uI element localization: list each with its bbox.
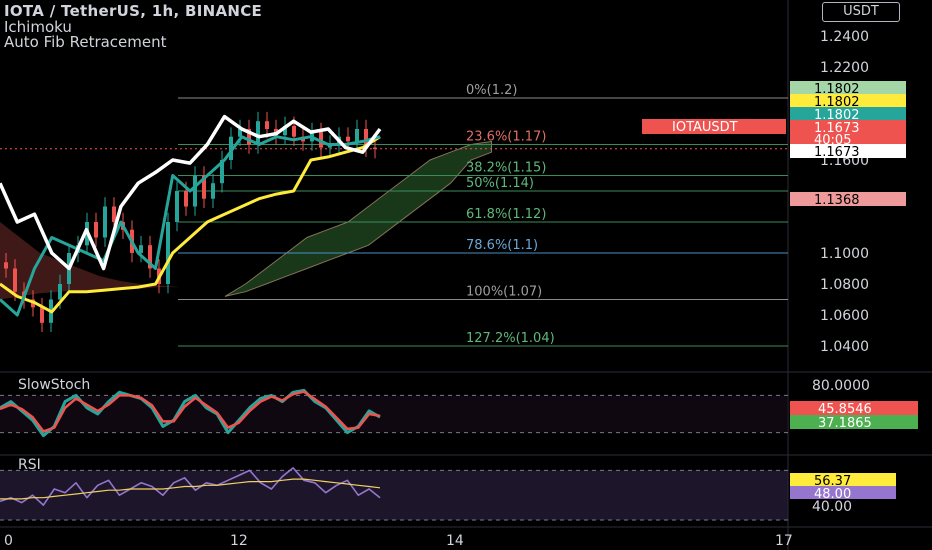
indicator-fib-label[interactable]: Auto Fib Retracement xyxy=(4,34,167,51)
currency-button[interactable]: USDT xyxy=(822,2,900,22)
candle xyxy=(355,129,359,142)
stoch-band xyxy=(0,395,788,433)
candle xyxy=(184,191,188,207)
price-axis-tick: 1.0600 xyxy=(820,308,869,324)
candle xyxy=(265,121,269,129)
candle xyxy=(211,183,215,199)
time-axis-tick: 14 xyxy=(446,533,464,549)
candle xyxy=(58,284,62,300)
fib-level-label: 23.6%(1.17) xyxy=(466,130,546,145)
symbol-label: IOTAUSDT xyxy=(672,120,738,135)
stoch-axis-tick: 80.0000 xyxy=(812,378,870,394)
candle xyxy=(175,191,179,222)
candle xyxy=(166,222,170,284)
candle xyxy=(193,175,197,207)
candle xyxy=(112,206,116,222)
candle xyxy=(4,262,8,269)
candle xyxy=(346,136,350,142)
fib-level-label: 50%(1.14) xyxy=(466,176,534,191)
fib-level-label: 61.8%(1.12) xyxy=(466,207,546,222)
price-axis-tick: 1.1000 xyxy=(820,246,869,262)
fib-level-label: 38.2%(1.15) xyxy=(466,161,546,176)
price-label-text: 1.1673 xyxy=(814,145,860,160)
candle xyxy=(94,222,98,238)
rsi-band xyxy=(0,470,788,520)
stoch-value-text: 45.8546 xyxy=(818,402,872,417)
fib-level-label: 127.2%(1.04) xyxy=(466,331,555,346)
stoch-title: SlowStoch xyxy=(18,377,90,393)
candle xyxy=(13,268,17,292)
price-label-text: 1.1368 xyxy=(814,193,860,208)
candle xyxy=(373,147,377,150)
time-axis-tick: 17 xyxy=(775,533,793,549)
fib-level-label: 0%(1.2) xyxy=(466,83,517,98)
rsi-title: RSI xyxy=(18,457,41,473)
stoch-value-text: 37.1865 xyxy=(818,416,872,431)
time-axis-tick: 0 xyxy=(4,533,13,549)
candle xyxy=(139,245,143,253)
price-axis-tick: 1.0800 xyxy=(820,277,869,293)
chart-canvas[interactable]: 0%(1.2) 23.6%(1.17) 38.2%(1.15)50%(1.14) 61… xyxy=(0,0,932,550)
candle xyxy=(103,206,107,238)
price-axis-tick: 1.0400 xyxy=(820,339,869,355)
time-axis-tick: 12 xyxy=(230,533,248,549)
candle xyxy=(256,121,260,145)
rsi-value-text: 48.00 xyxy=(814,487,851,502)
ichimoku-cloud-bull xyxy=(224,140,492,297)
fib-level-label: 78.6%(1.1) xyxy=(466,238,538,253)
candle xyxy=(292,125,296,137)
price-axis-tick: 1.2200 xyxy=(820,60,869,76)
candle xyxy=(40,307,44,323)
fib-level-label: 100%(1.07) xyxy=(466,285,542,300)
price-axis-tick: 1.2400 xyxy=(820,29,869,45)
